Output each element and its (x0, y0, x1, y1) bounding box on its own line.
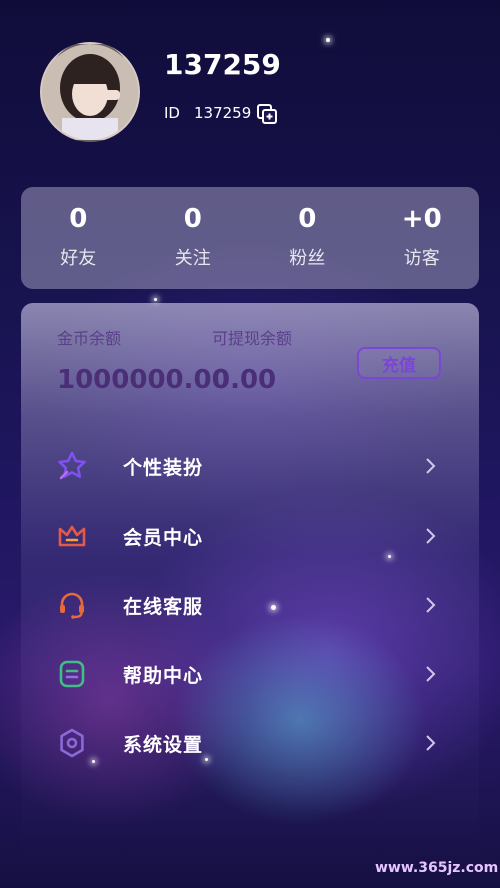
coin-balance-value: 1000000.00 (57, 365, 230, 395)
menu-label: 帮助中心 (123, 664, 204, 687)
menu-item-system-settings[interactable]: 系统设置 (21, 713, 479, 773)
stats-card: 0 好友 0 关注 0 粉丝 +0 访客 (21, 187, 479, 289)
stat-label: 访客 (403, 248, 440, 269)
stat-fans[interactable]: 0 粉丝 (250, 206, 364, 270)
stat-value: +0 (401, 204, 442, 234)
withdrawable-balance: 可提现余额 0.00 (212, 325, 292, 395)
id-label: ID (164, 104, 180, 122)
chevron-right-icon (421, 734, 439, 752)
chevron-right-icon (421, 596, 439, 614)
menu-label: 在线客服 (123, 595, 204, 618)
stat-visitors[interactable]: +0 访客 (365, 206, 479, 270)
username: 137259 (164, 48, 281, 81)
coin-balance-title: 金币余额 (57, 329, 122, 348)
menu-item-online-support[interactable]: 在线客服 (21, 575, 479, 635)
help-doc-icon (56, 658, 88, 690)
menu-label: 系统设置 (123, 733, 204, 756)
stat-friends[interactable]: 0 好友 (21, 206, 135, 270)
chevron-right-icon (421, 527, 439, 545)
recharge-button[interactable]: 充值 (357, 347, 441, 379)
menu-label: 个性装扮 (123, 456, 204, 479)
gear-icon (56, 727, 88, 759)
avatar[interactable] (40, 42, 140, 142)
stat-label: 粉丝 (289, 248, 326, 269)
stat-value: 0 (69, 204, 88, 234)
user-id-row: ID 137259 (164, 104, 251, 122)
user-id-value: 137259 (193, 104, 252, 122)
sparkle-star (326, 38, 330, 42)
menu-label: 会员中心 (123, 526, 204, 549)
withdrawable-balance-value: 0.00 (212, 365, 277, 395)
menu-item-vip-center[interactable]: 会员中心 (21, 506, 479, 566)
chevron-right-icon (421, 457, 439, 475)
stat-following[interactable]: 0 关注 (136, 206, 250, 270)
watermark: www.365jz.com (375, 860, 499, 876)
copy-icon[interactable] (256, 103, 278, 125)
coin-balance: 金币余额 1000000.00 (57, 325, 230, 395)
chevron-right-icon (421, 665, 439, 683)
menu-item-help-center[interactable]: 帮助中心 (21, 644, 479, 704)
withdrawable-balance-title: 可提现余额 (212, 329, 293, 348)
stat-value: 0 (298, 204, 317, 234)
crown-icon (56, 520, 88, 552)
stat-value: 0 (183, 204, 202, 234)
sparkle-star (154, 298, 157, 301)
menu-item-personalization[interactable]: 个性装扮 (21, 436, 479, 496)
star-icon (56, 450, 88, 482)
avatar-image (42, 44, 138, 140)
headset-icon (56, 589, 88, 621)
stat-label: 好友 (60, 248, 97, 269)
stat-label: 关注 (174, 248, 211, 269)
